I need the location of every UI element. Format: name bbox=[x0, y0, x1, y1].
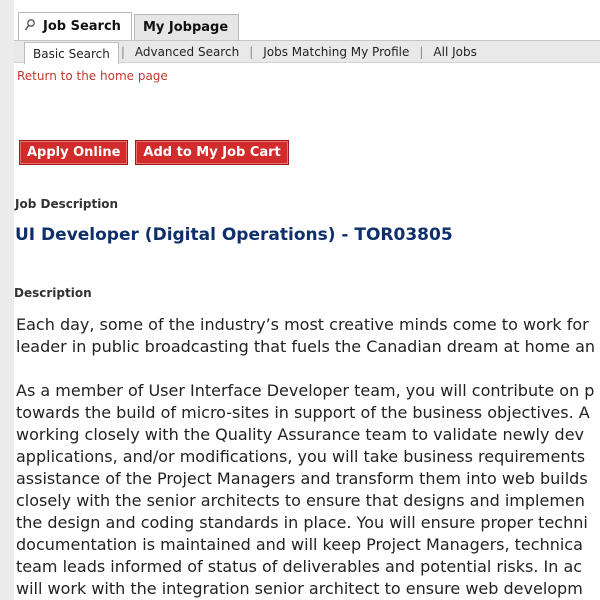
description-label: Description bbox=[14, 286, 92, 300]
subnav-basic-search[interactable]: Basic Search bbox=[24, 41, 119, 64]
description-paragraph: As a member of User Interface Developer … bbox=[16, 380, 600, 600]
description-line: closely with the senior architects to en… bbox=[16, 491, 585, 510]
description-body: Each day, some of the industry’s most cr… bbox=[16, 314, 600, 600]
job-title: UI Developer (Digital Operations) - TOR0… bbox=[15, 225, 453, 245]
tab-my-jobpage-label: My Jobpage bbox=[142, 20, 229, 35]
add-to-job-cart-button[interactable]: Add to My Job Cart bbox=[135, 140, 289, 165]
top-tabs: Job Search My Jobpage bbox=[18, 12, 241, 40]
description-line: assistance of the Project Managers and t… bbox=[16, 469, 588, 488]
description-line: As a member of User Interface Developer … bbox=[16, 381, 595, 400]
job-actions: Apply Online Add to My Job Cart bbox=[19, 140, 289, 165]
job-detail-page: Job Search My Jobpage Basic Search | Adv… bbox=[0, 0, 600, 600]
description-line: the design and coding standards in place… bbox=[16, 513, 588, 532]
subnav-separator: | bbox=[120, 44, 125, 59]
description-line: applications, and/or modifications, you … bbox=[16, 447, 586, 466]
tab-my-jobpage[interactable]: My Jobpage bbox=[133, 14, 240, 40]
description-line: will work with the integration senior ar… bbox=[16, 579, 583, 598]
search-icon bbox=[24, 19, 35, 31]
description-paragraph: Each day, some of the industry’s most cr… bbox=[16, 314, 600, 358]
description-line: documentation is maintained and will kee… bbox=[16, 535, 583, 554]
description-line: Each day, some of the industry’s most cr… bbox=[16, 315, 589, 334]
tab-job-search[interactable]: Job Search bbox=[18, 12, 132, 40]
description-line: team leads informed of status of deliver… bbox=[16, 557, 583, 576]
tab-job-search-label: Job Search bbox=[43, 19, 121, 34]
description-line: leader in public broadcasting that fuels… bbox=[16, 337, 596, 356]
return-home-link[interactable]: Return to the home page bbox=[17, 69, 168, 83]
description-line: working closely with the Quality Assuran… bbox=[16, 425, 585, 444]
apply-online-button[interactable]: Apply Online bbox=[19, 140, 129, 165]
subnav-all-jobs[interactable]: All Jobs bbox=[425, 45, 484, 59]
subnav-advanced-search[interactable]: Advanced Search bbox=[127, 45, 247, 59]
description-line: towards the build of micro-sites in supp… bbox=[16, 403, 590, 422]
subnav-jobs-matching-profile[interactable]: Jobs Matching My Profile bbox=[255, 45, 417, 59]
subnav-separator: | bbox=[419, 44, 424, 59]
subnav-separator: | bbox=[249, 44, 254, 59]
search-subnav: Basic Search | Advanced Search | Jobs Ma… bbox=[14, 40, 600, 64]
left-margin-bar bbox=[0, 0, 14, 600]
job-description-heading: Job Description bbox=[15, 197, 119, 211]
